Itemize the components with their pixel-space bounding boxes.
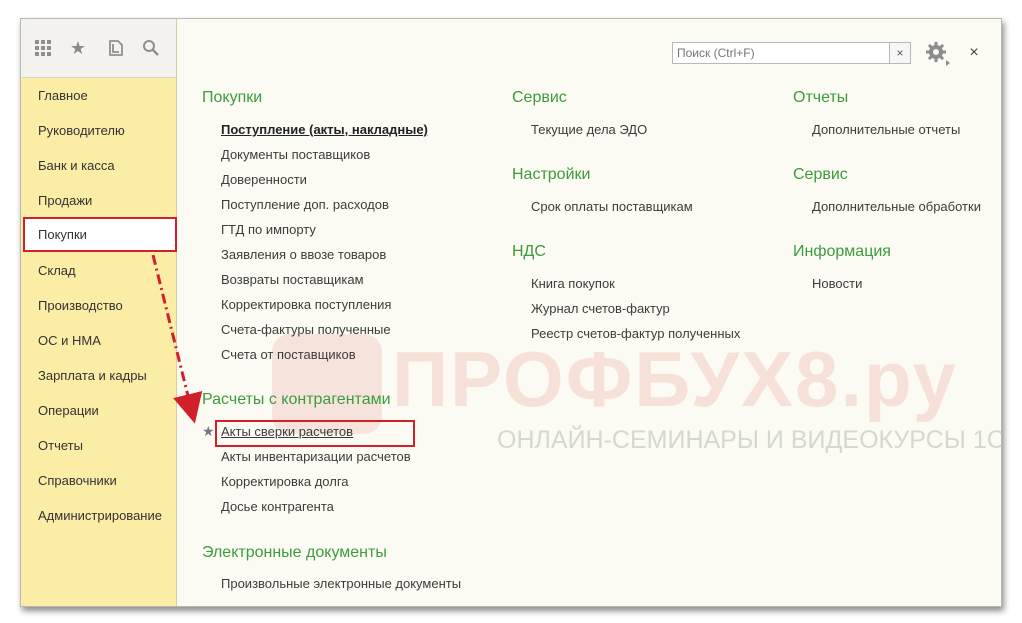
sidebar-item-fixed-assets[interactable]: ОС и НМА xyxy=(23,324,173,357)
link-customs-declarations[interactable]: ГТД по импорту xyxy=(221,222,316,237)
sidebar-item-sales[interactable]: Продажи xyxy=(23,184,173,217)
link-additional-reports[interactable]: Дополнительные отчеты xyxy=(812,122,960,137)
sidebar-item-purchases[interactable]: Покупки xyxy=(23,217,177,252)
toolbar: ★ xyxy=(21,19,176,78)
link-supplier-docs[interactable]: Документы поставщиков xyxy=(221,147,370,162)
link-arbitrary-edocs[interactable]: Произвольные электронные документы xyxy=(221,576,461,591)
content-panel: ПРОФБУХ8.ру ОНЛАЙН-СЕМИНАРЫ И ВИДЕОКУРСЫ… xyxy=(177,19,1001,606)
app-window: ★ Главное Руководителю Банк и касса Прод… xyxy=(20,18,1002,607)
sidebar-item-admin[interactable]: Администрирование xyxy=(23,499,173,532)
sidebar-item-warehouse[interactable]: Склад xyxy=(23,254,173,287)
favorite-star-icon[interactable]: ★ xyxy=(202,423,215,440)
search-icon[interactable] xyxy=(139,36,163,60)
watermark-title: ПРОФБУХ8.ру xyxy=(392,335,959,423)
search-input[interactable] xyxy=(672,42,890,64)
section-title-service: Сервис xyxy=(512,89,567,106)
link-received-invoices[interactable]: Счета-фактуры полученные xyxy=(221,322,391,337)
link-additional-processing[interactable]: Дополнительные обработки xyxy=(812,199,981,214)
apps-grid-icon[interactable] xyxy=(31,36,55,60)
section-title-edocs: Электронные документы xyxy=(202,544,387,561)
sidebar-item-production[interactable]: Производство xyxy=(23,289,173,322)
favorites-star-icon[interactable]: ★ xyxy=(66,36,90,60)
link-payment-terms[interactable]: Срок оплаты поставщикам xyxy=(531,199,693,214)
link-invoice-journal[interactable]: Журнал счетов-фактур xyxy=(531,301,670,316)
link-supplier-bills[interactable]: Счета от поставщиков xyxy=(221,347,356,362)
sidebar: ★ Главное Руководителю Банк и касса Прод… xyxy=(21,19,177,606)
highlight-box xyxy=(215,420,415,447)
link-purchase-book[interactable]: Книга покупок xyxy=(531,276,615,291)
search-clear-button[interactable]: × xyxy=(890,42,911,64)
section-title-vat: НДС xyxy=(512,243,546,260)
link-additional-expenses[interactable]: Поступление доп. расходов xyxy=(221,197,389,212)
sidebar-item-bank[interactable]: Банк и касса xyxy=(23,149,173,182)
link-edo-tasks[interactable]: Текущие дела ЭДО xyxy=(531,122,647,137)
sidebar-item-main[interactable]: Главное xyxy=(23,79,173,112)
section-title-purchases: Покупки xyxy=(202,89,263,106)
section-title-service-2: Сервис xyxy=(793,166,848,183)
link-powers-of-attorney[interactable]: Доверенности xyxy=(221,172,307,187)
section-title-settlements: Расчеты с контрагентами xyxy=(202,391,391,408)
sidebar-item-catalogs[interactable]: Справочники xyxy=(23,464,173,497)
sidebar-item-manager[interactable]: Руководителю xyxy=(23,114,173,147)
link-import-statements[interactable]: Заявления о ввозе товаров xyxy=(221,247,386,262)
history-icon[interactable] xyxy=(104,36,128,60)
section-title-reports: Отчеты xyxy=(793,89,849,106)
link-inventory-acts[interactable]: Акты инвентаризации расчетов xyxy=(221,449,411,464)
section-title-info: Информация xyxy=(793,243,891,260)
link-supplier-returns[interactable]: Возвраты поставщикам xyxy=(221,272,364,287)
sidebar-item-salary[interactable]: Зарплата и кадры xyxy=(23,359,173,392)
link-counterparty-dossier[interactable]: Досье контрагента xyxy=(221,499,334,514)
close-button[interactable]: × xyxy=(967,43,981,63)
link-debt-adjustment[interactable]: Корректировка долга xyxy=(221,474,349,489)
link-news[interactable]: Новости xyxy=(812,276,862,291)
gear-icon[interactable] xyxy=(925,41,953,67)
watermark-subtitle: ОНЛАЙН-СЕМИНАРЫ И ВИДЕОКУРСЫ 1С:8 xyxy=(497,426,1002,454)
section-title-settings: Настройки xyxy=(512,166,591,183)
sidebar-item-reports[interactable]: Отчеты xyxy=(23,429,173,462)
sidebar-item-operations[interactable]: Операции xyxy=(23,394,173,427)
link-receipt-adjustment[interactable]: Корректировка поступления xyxy=(221,297,391,312)
link-receipts[interactable]: Поступление (акты, накладные) xyxy=(221,122,428,137)
link-invoice-register[interactable]: Реестр счетов-фактур полученных xyxy=(531,326,740,341)
